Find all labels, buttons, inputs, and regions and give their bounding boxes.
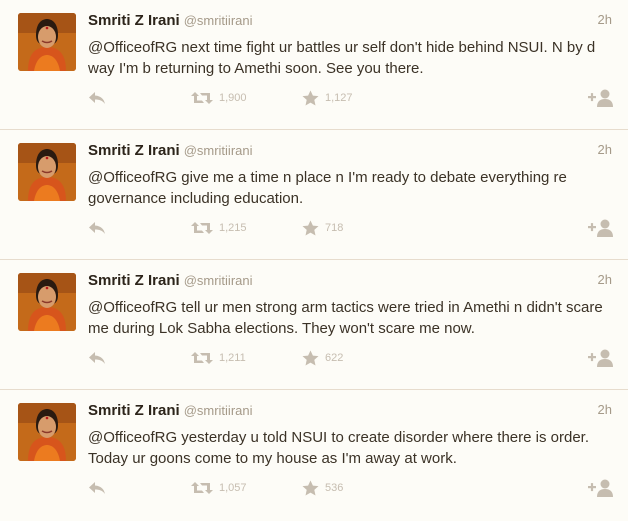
- retweet-button[interactable]: 1,211: [191, 346, 246, 370]
- reply-button[interactable]: [88, 476, 106, 500]
- tweet-header: Smriti Z Irani @smritiirani 2h: [88, 12, 612, 32]
- timestamp[interactable]: 2h: [598, 402, 612, 417]
- favorite-button[interactable]: 622: [302, 346, 343, 370]
- follow-icon: [588, 478, 614, 498]
- retweet-button[interactable]: 1,900: [191, 86, 247, 110]
- avatar[interactable]: [18, 143, 76, 201]
- author-handle[interactable]: @smritiirani: [184, 273, 253, 288]
- retweet-icon: [191, 351, 213, 365]
- retweet-icon: [191, 481, 213, 495]
- retweet-count: 1,900: [219, 92, 247, 104]
- author-name[interactable]: Smriti Z Irani: [88, 142, 180, 159]
- avatar[interactable]: [18, 403, 76, 461]
- timestamp[interactable]: 2h: [598, 12, 612, 27]
- tweet-actions: 1,215 718: [88, 216, 614, 240]
- reply-button[interactable]: [88, 216, 106, 240]
- reply-button[interactable]: [88, 86, 106, 110]
- follow-button[interactable]: [588, 346, 614, 370]
- follow-icon: [588, 348, 614, 368]
- follow-button[interactable]: [588, 216, 614, 240]
- author-handle[interactable]: @smritiirani: [184, 13, 253, 28]
- retweet-button[interactable]: 1,057: [191, 476, 247, 500]
- reply-icon: [88, 481, 106, 495]
- tweet-text: @OfficeofRG tell ur men strong arm tacti…: [88, 299, 603, 337]
- tweet-header: Smriti Z Irani @smritiirani 2h: [88, 272, 612, 292]
- retweet-count: 1,211: [219, 352, 246, 364]
- author-name[interactable]: Smriti Z Irani: [88, 12, 180, 29]
- tweet-header: Smriti Z Irani @smritiirani 2h: [88, 142, 612, 162]
- favorite-count: 1,127: [325, 92, 353, 104]
- retweet-icon: [191, 221, 213, 235]
- favorite-button[interactable]: 1,127: [302, 86, 353, 110]
- follow-icon: [588, 88, 614, 108]
- author-name[interactable]: Smriti Z Irani: [88, 402, 180, 419]
- tweet[interactable]: Smriti Z Irani @smritiirani 2h @OfficeofR…: [0, 260, 628, 390]
- timestamp[interactable]: 2h: [598, 272, 612, 287]
- tweet-actions: 1,057 536: [88, 476, 614, 500]
- favorite-count: 536: [325, 482, 344, 494]
- follow-button[interactable]: [588, 476, 614, 500]
- retweet-count: 1,057: [219, 482, 247, 494]
- tweet[interactable]: Smriti Z Irani @smritiirani 2h @OfficeofR…: [0, 390, 628, 521]
- tweet-text: @OfficeofRG next time fight ur battles u…: [88, 39, 596, 77]
- favorite-button[interactable]: 536: [302, 476, 343, 500]
- tweet[interactable]: Smriti Z Irani @smritiirani 2h @OfficeofR…: [0, 0, 628, 130]
- author-name[interactable]: Smriti Z Irani: [88, 272, 180, 289]
- follow-icon: [588, 218, 614, 238]
- author-handle[interactable]: @smritiirani: [184, 143, 253, 158]
- tweet-actions: 1,900 1,127: [88, 86, 614, 110]
- star-icon: [302, 90, 319, 106]
- follow-button[interactable]: [588, 86, 614, 110]
- author-handle[interactable]: @smritiirani: [184, 403, 253, 418]
- favorite-count: 622: [325, 352, 344, 364]
- timestamp[interactable]: 2h: [598, 142, 612, 157]
- retweet-icon: [191, 91, 213, 105]
- reply-button[interactable]: [88, 346, 106, 370]
- reply-icon: [88, 351, 106, 365]
- tweet-text: @OfficeofRG give me a time n place n I'm…: [88, 169, 567, 207]
- reply-icon: [88, 91, 106, 105]
- star-icon: [302, 220, 319, 236]
- retweet-button[interactable]: 1,215: [191, 216, 247, 240]
- timeline: Smriti Z Irani @smritiirani 2h @OfficeofR…: [0, 0, 628, 521]
- star-icon: [302, 480, 319, 496]
- tweet[interactable]: Smriti Z Irani @smritiirani 2h @OfficeofR…: [0, 130, 628, 260]
- tweet-header: Smriti Z Irani @smritiirani 2h: [88, 402, 612, 422]
- retweet-count: 1,215: [219, 222, 247, 234]
- tweet-text: @OfficeofRG yesterday u told NSUI to cre…: [88, 429, 590, 467]
- star-icon: [302, 350, 319, 366]
- avatar[interactable]: [18, 273, 76, 331]
- favorite-button[interactable]: 718: [302, 216, 343, 240]
- reply-icon: [88, 221, 106, 235]
- avatar[interactable]: [18, 13, 76, 71]
- favorite-count: 718: [325, 222, 344, 234]
- tweet-actions: 1,211 622: [88, 346, 614, 370]
